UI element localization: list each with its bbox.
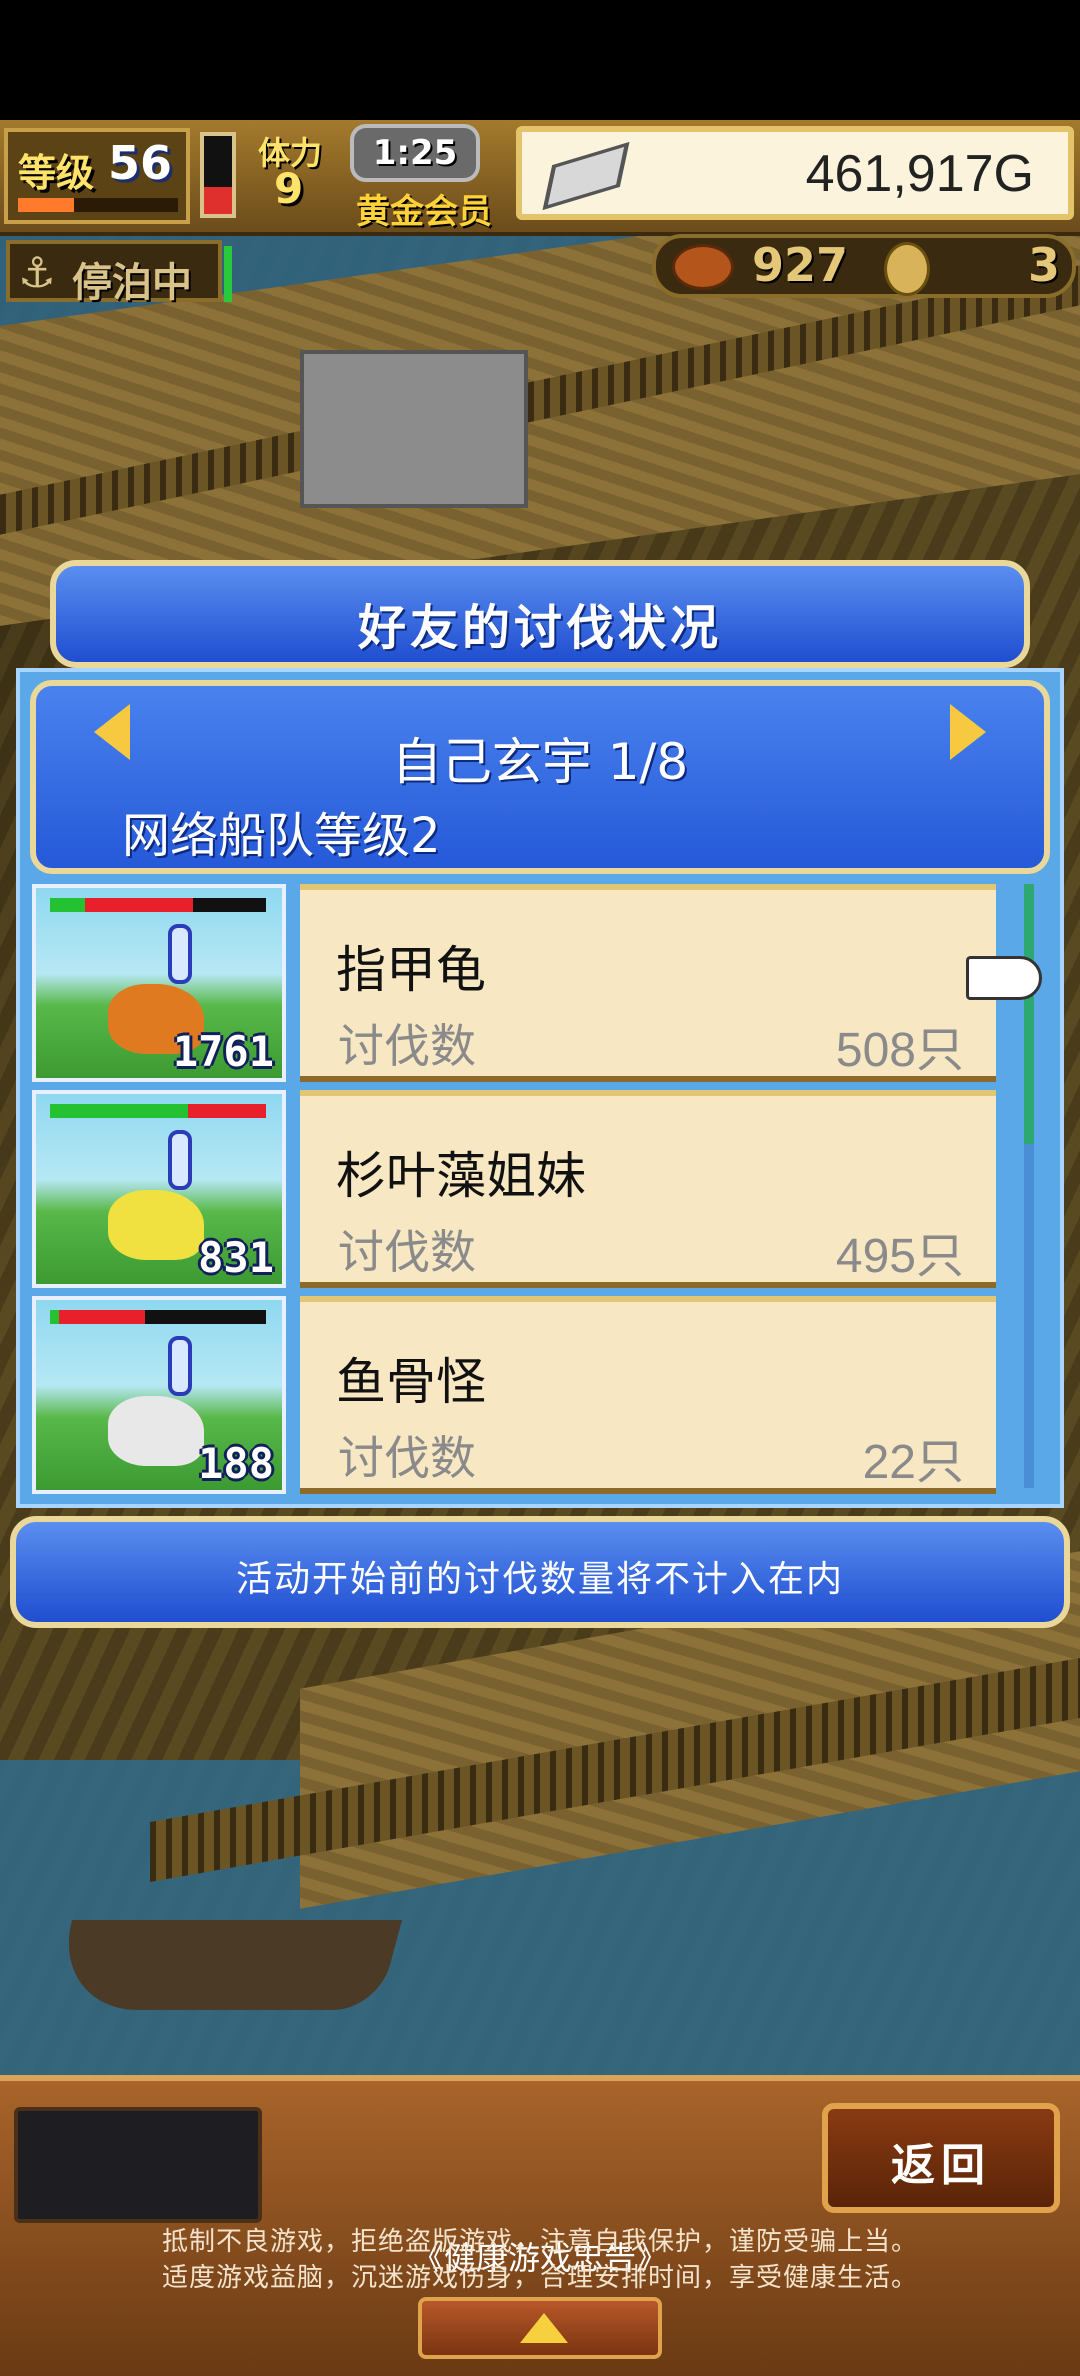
monster-hp-bar (50, 898, 266, 912)
monster-hp-bar (50, 1104, 266, 1118)
anchor-icon: ⚓ (18, 248, 56, 297)
gold-value: 461,917G (805, 145, 1034, 203)
scroll-thumb[interactable] (1024, 884, 1034, 1144)
monster-card[interactable]: 杉叶藻姐妹 讨伐数 495只 (300, 1090, 996, 1288)
dialog-title-banner: 好友的讨伐状况 (50, 560, 1030, 668)
exclamation-icon (168, 1130, 192, 1190)
small-boat (47, 1920, 403, 2010)
kill-count-label: 讨伐数 (338, 1431, 476, 1485)
medal-value: 3 (1027, 238, 1060, 292)
status-bar (0, 0, 1080, 120)
monster-thumbnail[interactable]: 1761 (32, 884, 286, 1082)
medal-icon (884, 242, 930, 296)
hand-pointer-icon (966, 956, 1042, 1000)
membership-badge[interactable]: 黄金会员 (356, 184, 492, 233)
exp-bar (18, 198, 178, 212)
bottom-bar: 返回 《健康游戏忠告》 抵制不良游戏，拒绝盗版游戏，注意自我保护，谨防受骗上当。… (0, 2075, 1080, 2376)
exclamation-icon (168, 924, 192, 984)
stone-tower (300, 350, 528, 508)
monster-thumbnail[interactable]: 831 (32, 1090, 286, 1288)
kill-count-value: 495只 (835, 1230, 964, 1283)
hp-red (58, 1310, 146, 1324)
monster-card[interactable]: 鱼骨怪 讨伐数 22只 (300, 1296, 996, 1494)
monster-list[interactable]: 1761 指甲龟 讨伐数 508只 831 杉叶藻姐妹 讨伐数 495只 188… (32, 880, 1032, 1494)
health-advice-line-2: 适度游戏益脑，沉迷游戏伤身，合理安排时间，享受健康生活。 (161, 2263, 918, 2293)
dialog-title: 好友的讨伐状况 (357, 600, 722, 656)
monster-name: 指甲龟 (336, 941, 486, 999)
list-item[interactable]: 1761 指甲龟 讨伐数 508只 (32, 880, 1032, 1082)
hp-red (188, 1104, 266, 1118)
status-indicator (224, 246, 232, 302)
level-box: 等级 56 (4, 128, 190, 224)
friend-header: 自己玄宇 1/8 网络船队等级2 (30, 680, 1050, 874)
monster-badge: 1761 (172, 1027, 274, 1076)
hp-green (50, 1104, 189, 1118)
hp-gauge (200, 132, 236, 218)
gold-box[interactable]: 461,917G (516, 126, 1074, 220)
friend-name: 自己玄宇 1/8 (391, 733, 689, 791)
exp-fill (18, 198, 74, 212)
notice-text: 活动开始前的讨伐数量将不计入在内 (235, 1559, 844, 1600)
level-value: 56 (108, 136, 173, 190)
notice-banner: 活动开始前的讨伐数量将不计入在内 (10, 1516, 1070, 1628)
empty-slot (14, 2107, 262, 2223)
level-label: 等级 (18, 151, 95, 195)
health-advice-line-1: 抵制不良游戏，拒绝盗版游戏，注意自我保护，谨防受骗上当。 (161, 2227, 918, 2257)
food-icon (672, 244, 734, 290)
seaweed-monster-icon (108, 1190, 204, 1260)
food-value: 927 (752, 238, 849, 292)
hp-green (50, 1310, 59, 1324)
hp-green (50, 898, 85, 912)
exclamation-icon (168, 1336, 192, 1396)
fleet-level: 网络船队等级2 (122, 808, 441, 864)
stamina-value: 9 (274, 164, 304, 213)
monster-badge: 188 (198, 1439, 274, 1488)
hp-gauge-fill (204, 186, 232, 214)
back-button[interactable]: 返回 (822, 2103, 1060, 2213)
list-item[interactable]: 831 杉叶藻姐妹 讨伐数 495只 (32, 1086, 1032, 1288)
kill-count-label: 讨伐数 (338, 1225, 476, 1279)
anchor-status[interactable]: ⚓ 停泊中 (6, 240, 222, 306)
monster-hp-bar (50, 1310, 266, 1324)
anchor-label: 停泊中 (72, 260, 192, 306)
monster-name: 杉叶藻姐妹 (336, 1147, 586, 1205)
kill-count-value: 22只 (862, 1436, 964, 1489)
up-arrow-icon (520, 2313, 568, 2343)
monster-name: 鱼骨怪 (336, 1353, 486, 1411)
back-button-label: 返回 (891, 2140, 991, 2191)
resource-box: 927 3 (652, 234, 1076, 298)
kill-count-label: 讨伐数 (338, 1019, 476, 1073)
monster-card[interactable]: 指甲龟 讨伐数 508只 (300, 884, 996, 1082)
fishbone-monster-icon (108, 1396, 204, 1466)
silver-bar-icon (542, 141, 630, 211)
expand-menu-button[interactable] (418, 2297, 662, 2359)
monster-badge: 831 (198, 1233, 274, 1282)
monster-thumbnail[interactable]: 188 (32, 1296, 286, 1494)
hp-red (84, 898, 193, 912)
clock: 1:25 (350, 124, 480, 182)
list-item[interactable]: 188 鱼骨怪 讨伐数 22只 (32, 1292, 1032, 1494)
kill-count-value: 508只 (835, 1024, 964, 1077)
